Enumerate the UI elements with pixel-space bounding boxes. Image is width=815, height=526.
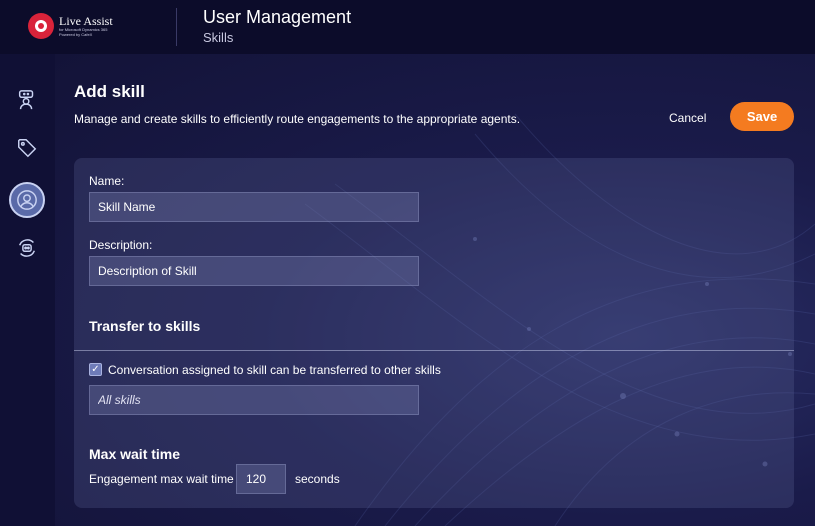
- cancel-button[interactable]: Cancel: [669, 107, 706, 129]
- app-title: User Management: [203, 7, 352, 27]
- save-button[interactable]: Save: [730, 102, 794, 131]
- page-title: Add skill: [74, 82, 145, 101]
- top-bar: Live Assist for Microsoft Dynamics 365 P…: [0, 0, 815, 54]
- checkmark-icon: ✓: [91, 363, 100, 375]
- name-label: Name:: [89, 174, 125, 188]
- max-wait-time-input[interactable]: [236, 464, 286, 494]
- logo-subtitle: for Microsoft Dynamics 365 Powered by Ca…: [59, 27, 107, 37]
- skill-description-input[interactable]: [89, 256, 419, 286]
- wait-heading: Max wait time: [89, 446, 181, 462]
- description-label: Description:: [89, 238, 153, 252]
- skill-name-input[interactable]: [89, 192, 419, 222]
- live-assist-logo[interactable]: Live Assist for Microsoft Dynamics 365 P…: [28, 12, 163, 40]
- nav-item-user-management[interactable]: [9, 182, 45, 218]
- side-navigation: [0, 54, 55, 526]
- skills-select-input[interactable]: [89, 385, 419, 415]
- lifebuoy-icon: [28, 13, 54, 39]
- transfer-checkbox-label[interactable]: Conversation assigned to skill can be tr…: [108, 363, 441, 377]
- header-divider: [176, 8, 177, 46]
- tag-icon: [18, 139, 37, 158]
- user-circle-icon: [17, 190, 37, 210]
- logo-powered-line: Powered by CafeX: [59, 32, 93, 37]
- nav-item-tags[interactable]: [9, 130, 45, 166]
- wait-unit-label: seconds: [295, 472, 340, 486]
- bot-sync-icon: [18, 239, 36, 257]
- transfer-checkbox[interactable]: ✓: [89, 363, 102, 376]
- wait-label: Engagement max wait time: [89, 472, 234, 486]
- app-subtitle: Skills: [203, 30, 234, 45]
- chat-user-icon: [18, 90, 34, 110]
- add-skill-form: Name: Description: Transfer to skills ✓ …: [74, 158, 794, 508]
- nav-item-engagements[interactable]: [9, 82, 45, 118]
- section-divider: [74, 350, 794, 351]
- page-description: Manage and create skills to efficiently …: [74, 112, 521, 126]
- nav-item-bots[interactable]: [9, 230, 45, 266]
- transfer-heading: Transfer to skills: [89, 318, 201, 334]
- main-content: Add skill Manage and create skills to ef…: [55, 54, 815, 526]
